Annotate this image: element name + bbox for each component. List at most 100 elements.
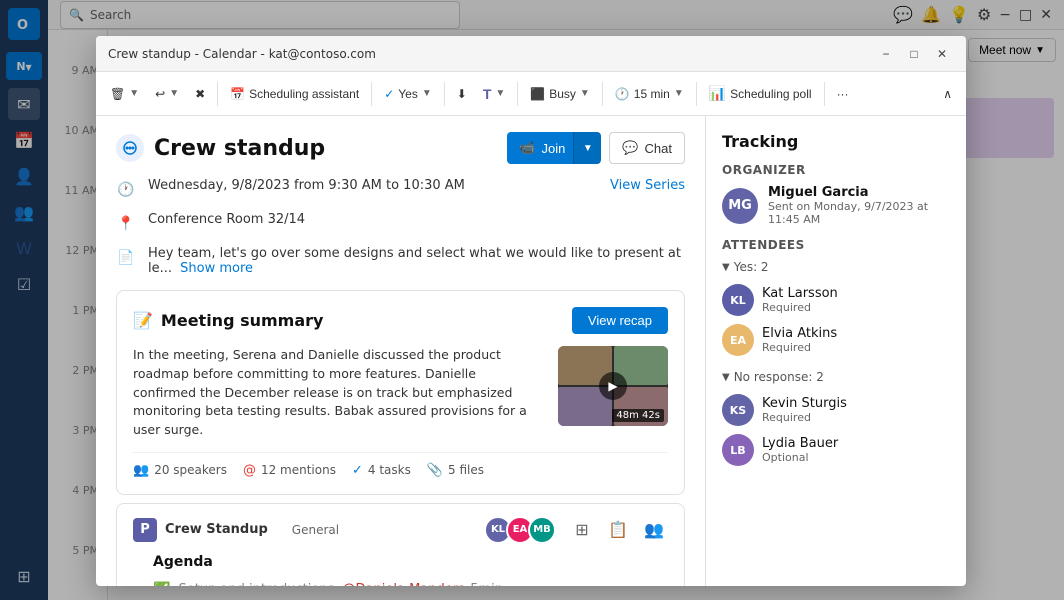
summary-stats: 👥 20 speakers @ 12 mentions ✓ 4 tasks: [133, 452, 668, 478]
yes-chevron: ▼: [422, 88, 432, 99]
channel-avatar-3: MB: [528, 516, 556, 544]
chat-button[interactable]: 💬 Chat: [609, 132, 685, 164]
meeting-summary-card: 📝 Meeting summary View recap In the meet…: [116, 290, 685, 495]
attendee-lydia-bauer: LB Lydia Bauer Optional: [722, 430, 950, 470]
modal-title: Crew standup - Calendar - kat@contoso.co…: [108, 47, 874, 61]
collapse-toolbar-button[interactable]: ∧: [937, 78, 958, 110]
attendee-kat-larsson: KL Kat Larsson Required: [722, 280, 950, 320]
agenda-section: Agenda ✅ Setup and introductions, @Danie…: [133, 554, 668, 586]
channel-copy-button[interactable]: 📋: [604, 516, 632, 544]
event-modal: Crew standup - Calendar - kat@contoso.co…: [96, 36, 966, 586]
attendees-section: Attendees ▼ Yes: 2 KL Kat Larsson Requir…: [722, 238, 950, 470]
attendee-avatar-kevin: KS: [722, 394, 754, 426]
tasks-stat: ✓ 4 tasks: [352, 463, 411, 478]
response-button[interactable]: ⬇: [451, 78, 473, 110]
toolbar-separator-4: [517, 82, 518, 106]
scheduling-assistant-button[interactable]: 📅 Scheduling assistant: [224, 78, 365, 110]
delete-button[interactable]: 🗑 ▼: [104, 78, 145, 110]
video-duration: 48m 42s: [612, 409, 664, 422]
busy-icon: ⬛: [530, 87, 545, 101]
modal-titlebar: Crew standup - Calendar - kat@contoso.co…: [96, 36, 966, 72]
view-recap-button[interactable]: View recap: [572, 307, 668, 334]
yes-chevron-icon: ▼: [722, 262, 730, 273]
more-icon: ···: [837, 87, 849, 101]
toolbar-separator-3: [444, 82, 445, 106]
attendees-label: Attendees: [722, 238, 950, 252]
channel-grid-button[interactable]: ⊞: [568, 516, 596, 544]
checkmark-icon: ✓: [384, 87, 394, 101]
event-actions: 📹 Join ▼ 💬 Chat: [507, 132, 685, 164]
discard-icon: ✖: [195, 87, 205, 101]
attendee-avatar-elvia: EA: [722, 324, 754, 356]
busy-button[interactable]: ⬛ Busy ▼: [524, 78, 596, 110]
scheduling-assistant-icon: 📅: [230, 87, 245, 101]
undo-button[interactable]: ↩ ▼: [149, 78, 185, 110]
attendee-role-kevin: Required: [762, 411, 847, 424]
event-body: Hey team, let's go over some designs and…: [148, 246, 685, 276]
scheduling-assistant-label: Scheduling assistant: [249, 87, 359, 101]
organizer-avatar: MG: [722, 188, 758, 224]
toolbar-separator-2: [371, 82, 372, 106]
organizer-section-label: Organizer: [722, 163, 950, 177]
response-icon: ⬇: [457, 87, 467, 101]
modal-minimize[interactable]: −: [874, 42, 898, 66]
files-count: 5 files: [448, 463, 484, 477]
modal-close[interactable]: ✕: [930, 42, 954, 66]
yes-label: Yes: [398, 87, 418, 101]
summary-text: In the meeting, Serena and Danielle disc…: [133, 346, 542, 440]
delete-icon: 🗑: [110, 87, 125, 101]
play-icon: ▶: [599, 372, 627, 400]
toolbar-separator-5: [602, 82, 603, 106]
summary-body: In the meeting, Serena and Danielle disc…: [133, 346, 668, 440]
event-type-icon: [116, 134, 144, 162]
more-button[interactable]: ···: [831, 78, 855, 110]
no-response-group-label: ▼ No response: 2: [722, 370, 950, 384]
channel-subchannel: General: [292, 523, 339, 537]
yes-group-label: ▼ Yes: 2: [722, 260, 950, 274]
show-more-link[interactable]: Show more: [180, 261, 253, 276]
attendee-avatar-kat: KL: [722, 284, 754, 316]
event-datetime-row: 🕐 Wednesday, 9/8/2023 from 9:30 AM to 10…: [96, 172, 705, 206]
clock-icon: 🕐: [615, 87, 630, 101]
event-location: Conference Room 32/14: [148, 212, 685, 227]
summary-video-thumbnail[interactable]: ▶ 48m 42s: [558, 346, 668, 426]
join-dropdown-button[interactable]: ▼: [573, 132, 601, 164]
modal-maximize[interactable]: □: [902, 42, 926, 66]
yes-button[interactable]: ✓ Yes ▼: [378, 78, 438, 110]
channel-people-button[interactable]: 👥: [640, 516, 668, 544]
duration-chevron: ▼: [674, 88, 684, 99]
files-stat: 📎 5 files: [427, 463, 484, 478]
collapse-icon: ∧: [943, 87, 952, 101]
agenda-title: Agenda: [153, 554, 648, 570]
discard-button[interactable]: ✖: [189, 78, 211, 110]
event-header: Crew standup 📹 Join ▼ 💬: [96, 116, 705, 172]
busy-label: Busy: [549, 87, 576, 101]
window-controls: − □ ✕: [874, 42, 954, 66]
mentions-stat: @ 12 mentions: [243, 463, 336, 478]
scheduling-poll-button[interactable]: 📊 Scheduling poll: [703, 78, 818, 110]
body-icon: 📄: [116, 248, 136, 268]
agenda-item-1: ✅ Setup and introductions, @Daniela Mand…: [153, 578, 648, 586]
event-datetime: Wednesday, 9/8/2023 from 9:30 AM to 10:3…: [148, 178, 598, 193]
event-main-content: Crew standup 📹 Join ▼ 💬: [96, 116, 706, 586]
duration-button[interactable]: 🕐 15 min ▼: [609, 78, 690, 110]
teams-icon-button[interactable]: T ▼: [477, 78, 511, 110]
view-series-link[interactable]: View Series: [610, 178, 685, 193]
clock-detail-icon: 🕐: [116, 180, 136, 200]
busy-chevron: ▼: [580, 88, 590, 99]
event-toolbar: 🗑 ▼ ↩ ▼ ✖ 📅 Scheduling assistant ✓ Yes ▼: [96, 72, 966, 116]
duration-label: 15 min: [634, 87, 670, 101]
organizer-row: MG Miguel Garcia Sent on Monday, 9/7/202…: [722, 185, 950, 226]
channel-actions: ⊞ 📋 👥: [568, 516, 668, 544]
teams-logo-icon: T: [483, 86, 492, 102]
join-video-icon: 📹: [519, 140, 535, 156]
agenda-text-1: Setup and introductions, @Daniela Mander…: [178, 582, 503, 586]
join-button[interactable]: 📹 Join: [507, 132, 577, 164]
teams-chevron: ▼: [495, 88, 505, 99]
undo-chevron: ▼: [169, 88, 179, 99]
attendee-elvia-atkins: EA Elvia Atkins Required: [722, 320, 950, 360]
attendee-role-lydia: Optional: [762, 451, 838, 464]
organizer-sent: Sent on Monday, 9/7/2023 at 11:45 AM: [768, 200, 950, 226]
scheduling-poll-label: Scheduling poll: [730, 87, 811, 101]
tasks-count: 4 tasks: [368, 463, 411, 477]
